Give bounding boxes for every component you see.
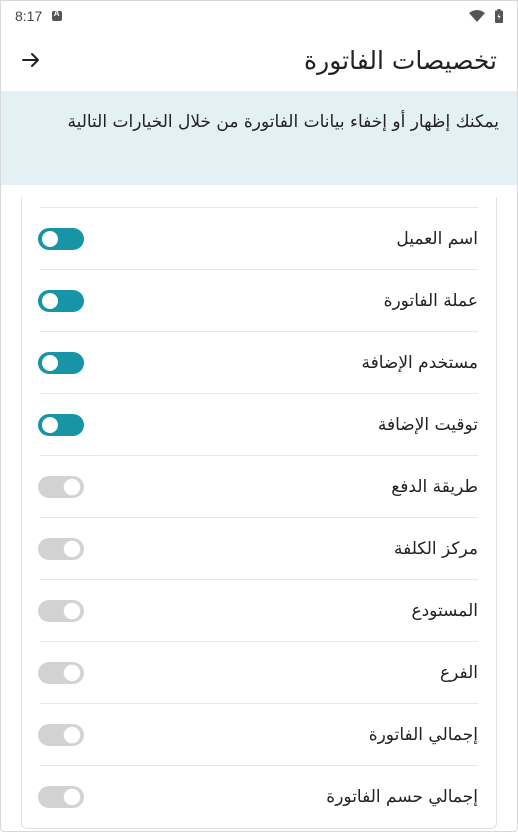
setting-row: توقيت الإضافة — [22, 394, 496, 456]
toggle-knob — [42, 417, 58, 433]
toggle-switch[interactable] — [38, 538, 84, 560]
status-time: 8:17 — [15, 8, 43, 24]
screen: 8:17 تخصيصات الفاتورة يمكنك إظهار أو إخف… — [0, 0, 518, 832]
setting-label: إجمالي حسم الفاتورة — [326, 787, 478, 807]
toggle-knob — [64, 541, 80, 557]
status-icons — [469, 9, 503, 23]
toggle-knob — [64, 727, 80, 743]
toggle-switch[interactable] — [38, 786, 84, 808]
settings-list: اسم العميل عملة الفاتورة مستخدم الإضافة توق… — [22, 208, 496, 828]
toggle-switch[interactable] — [38, 290, 84, 312]
toggle-switch[interactable] — [38, 228, 84, 250]
setting-row: اسم العميل — [22, 208, 496, 270]
status-bar: 8:17 — [1, 1, 517, 31]
info-banner: يمكنك إظهار أو إخفاء بيانات الفاتورة من … — [1, 91, 517, 185]
setting-label: إجمالي الفاتورة — [368, 725, 478, 745]
page-title: تخصيصات الفاتورة — [304, 45, 497, 75]
toggle-knob — [64, 789, 80, 805]
app-bar: تخصيصات الفاتورة — [1, 31, 517, 89]
toggle-knob — [64, 603, 80, 619]
toggle-switch[interactable] — [38, 724, 84, 746]
toggle-knob — [64, 665, 80, 681]
setting-label: عملة الفاتورة — [383, 291, 478, 311]
notification-icon — [52, 9, 63, 21]
battery-icon — [495, 9, 503, 23]
setting-label: توقيت الإضافة — [377, 415, 478, 435]
setting-row: إجمالي الفاتورة — [22, 704, 496, 766]
toggle-switch[interactable] — [38, 662, 84, 684]
arrow-back-icon[interactable] — [19, 48, 43, 72]
toggle-switch[interactable] — [38, 600, 84, 622]
setting-row: الفرع — [22, 642, 496, 704]
setting-row: مركز الكلفة — [22, 518, 496, 580]
setting-label: المستودع — [411, 601, 478, 621]
setting-label: الفرع — [439, 663, 478, 683]
setting-row: مستخدم الإضافة — [22, 332, 496, 394]
toggle-knob — [42, 355, 58, 371]
settings-card: اسم العميل عملة الفاتورة مستخدم الإضافة توق… — [21, 197, 497, 829]
setting-row: إجمالي حسم الفاتورة — [22, 766, 496, 828]
toggle-knob — [42, 231, 58, 247]
setting-row: طريقة الدفع — [22, 456, 496, 518]
toggle-knob — [42, 293, 58, 309]
toggle-switch[interactable] — [38, 352, 84, 374]
toggle-knob — [64, 479, 80, 495]
toggle-switch[interactable] — [38, 476, 84, 498]
setting-label: مركز الكلفة — [394, 539, 478, 559]
setting-label: مستخدم الإضافة — [361, 353, 478, 373]
toggle-switch[interactable] — [38, 414, 84, 436]
wifi-icon — [469, 10, 485, 22]
setting-label: اسم العميل — [396, 229, 478, 249]
setting-row: عملة الفاتورة — [22, 270, 496, 332]
setting-label: طريقة الدفع — [391, 477, 478, 497]
setting-row: المستودع — [22, 580, 496, 642]
